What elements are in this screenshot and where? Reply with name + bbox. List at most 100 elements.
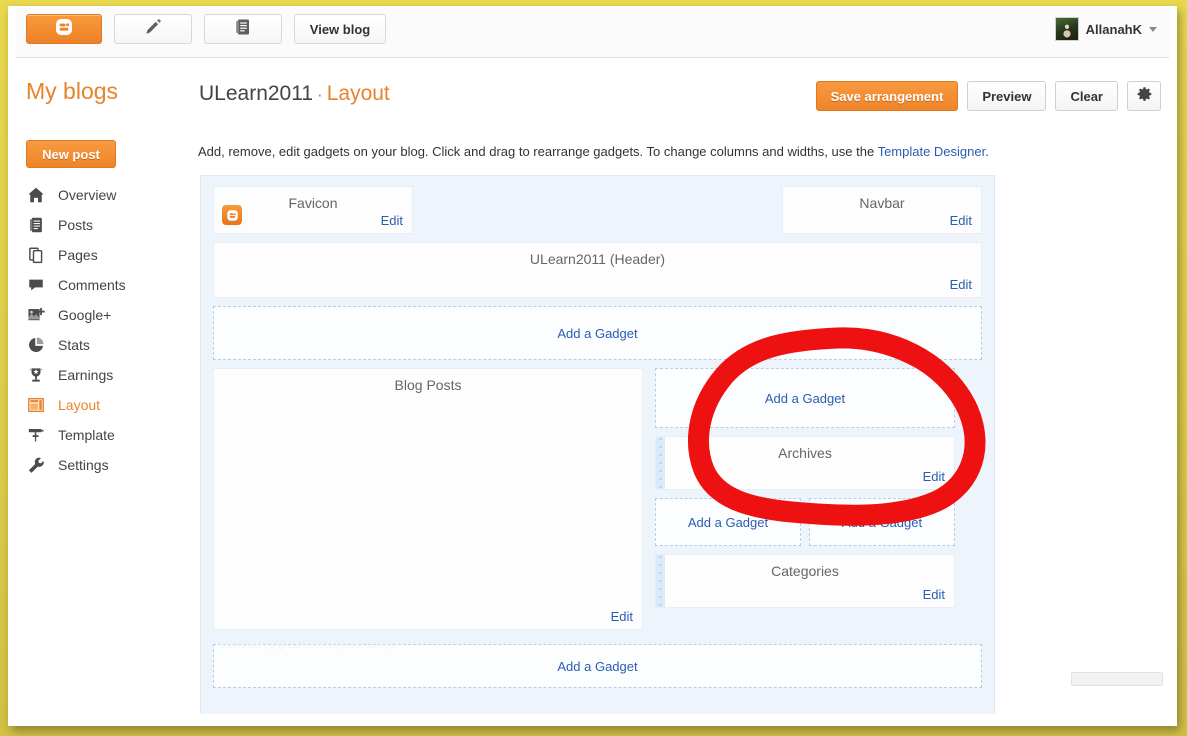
new-post-pencil-button[interactable] [114,14,192,44]
screenshot-gold-frame: View blog AllanahK My blogs ULearn2011 · L… [0,0,1187,736]
sidebar-item-label: Pages [58,247,98,263]
sidebar-item-label: Posts [58,217,94,233]
page-action-buttons: Save arrangement Preview Clear [815,81,1161,111]
gadget-title: Blog Posts [394,377,462,393]
pie-chart-icon [26,335,46,355]
view-blog-button[interactable]: View blog [294,14,386,44]
sidebar-item-label: Overview [58,187,117,203]
add-gadget-sidebar-right[interactable]: Add a Gadget [809,498,955,546]
paint-roller-icon [26,425,46,445]
posts-icon [26,215,46,235]
add-gadget-header-area[interactable]: Add a Gadget [213,306,982,360]
pencil-icon [143,17,163,42]
all-posts-button[interactable] [204,14,282,44]
canvas-sidebar-column: Add a Gadget Archives Edit Add a Gadget [655,368,955,638]
layout-canvas: Favicon Edit Navbar Edit ULearn2011 (Hea… [200,175,995,714]
clear-button[interactable]: Clear [1055,81,1118,111]
breadcrumb: ULearn2011 · Layout [199,82,390,106]
template-designer-link[interactable]: Template Designer [878,144,986,159]
gadget-categories[interactable]: Categories Edit [655,554,955,608]
add-gadget-sidebar-top[interactable]: Add a Gadget [655,368,955,428]
trophy-icon [26,365,46,385]
description-prefix: Add, remove, edit gadgets on your blog. … [198,144,878,159]
preview-button[interactable]: Preview [967,81,1047,111]
sidebar-item-label: Layout [58,397,101,413]
canvas-main-column: Blog Posts Edit [213,368,643,638]
blogger-logo-icon [54,17,74,42]
page-body: New post Overview Posts Pages Comments G… [16,130,1169,714]
sidebar-item-label: Earnings [58,367,114,383]
sidebar: New post Overview Posts Pages Comments G… [16,130,198,480]
my-blogs-link[interactable]: My blogs [26,78,118,105]
sidebar-item-layout[interactable]: Layout [16,390,198,420]
comment-icon [26,275,46,295]
gear-icon [1136,86,1153,106]
sidebar-item-posts[interactable]: Posts [16,210,198,240]
layout-description: Add, remove, edit gadgets on your blog. … [198,130,1169,159]
gadget-title: ULearn2011 (Header) [529,251,666,267]
layout-icon [26,395,46,415]
gadget-favicon[interactable]: Favicon Edit [213,186,413,234]
avatar [1054,17,1079,41]
sidebar-item-earnings[interactable]: Earnings [16,360,198,390]
horizontal-scrollbar[interactable] [1071,672,1163,686]
blogger-logo-button[interactable] [26,14,102,44]
edit-link[interactable]: Edit [950,213,972,228]
user-name: AllanahK [1085,21,1142,37]
blogger-app-window: View blog AllanahK My blogs ULearn2011 · L… [16,8,1169,714]
sidebar-item-google-plus[interactable]: Google+ [16,300,198,330]
gadget-title: Archives [778,445,832,461]
add-gadget-label: Add a Gadget [557,325,638,341]
canvas-row-top: Favicon Edit Navbar Edit [213,186,982,242]
edit-link[interactable]: Edit [950,277,972,292]
breadcrumb-blog-name[interactable]: ULearn2011 [199,82,313,105]
settings-gear-button[interactable] [1127,81,1161,111]
sidebar-item-label: Stats [58,337,90,353]
wrench-icon [26,455,46,475]
page-watermark: wwwwww | a great html template sample [220,640,398,650]
add-gadget-footer-area[interactable]: Add a Gadget [213,644,982,688]
edit-link[interactable]: Edit [381,213,403,228]
sidebar-item-pages[interactable]: Pages [16,240,198,270]
add-gadget-sidebar-left[interactable]: Add a Gadget [655,498,801,546]
gadget-navbar[interactable]: Navbar Edit [782,186,982,234]
gadget-title: Favicon [288,195,338,211]
edit-link[interactable]: Edit [611,609,633,624]
favicon-blogger-icon [222,205,242,225]
sidebar-item-stats[interactable]: Stats [16,330,198,360]
home-icon [26,185,46,205]
user-menu[interactable]: AllanahK [1054,17,1157,41]
sidebar-item-label: Comments [58,277,126,293]
add-gadget-label: Add a Gadget [687,514,769,530]
view-blog-label: View blog [309,21,371,37]
google-plus-icon [26,305,46,325]
sidebar-item-comments[interactable]: Comments [16,270,198,300]
page-header: My blogs ULearn2011 · Layout Save arrangem… [16,58,1169,130]
gadget-archives[interactable]: Archives Edit [655,436,955,490]
gadget-blog-posts[interactable]: Blog Posts Edit [213,368,643,630]
sidebar-item-template[interactable]: Template [16,420,198,450]
add-gadget-label: Add a Gadget [557,658,638,674]
pages-icon [26,245,46,265]
edit-link[interactable]: Edit [923,587,945,602]
chevron-down-icon [1149,26,1157,32]
save-arrangement-button[interactable]: Save arrangement [815,81,959,111]
sidebar-item-label: Settings [58,457,109,473]
sidebar-nav: Overview Posts Pages Comments Google+ St… [16,180,198,480]
add-gadget-label: Add a Gadget [764,390,846,406]
canvas-main-columns: Blog Posts Edit Add a Gadget Archives Ed… [213,368,982,638]
new-post-button[interactable]: New post [26,140,116,168]
sidebar-item-overview[interactable]: Overview [16,180,198,210]
layout-content: Add, remove, edit gadgets on your blog. … [198,130,1169,714]
gadget-title: Categories [771,563,839,579]
breadcrumb-current-section: Layout [326,82,390,105]
sidebar-item-label: Template [58,427,115,443]
gadget-header[interactable]: ULearn2011 (Header) Edit [213,242,982,298]
canvas-row-two-gadgets: Add a Gadget Add a Gadget [655,498,955,554]
description-suffix: . [985,144,989,159]
document-list-icon [233,17,253,42]
edit-link[interactable]: Edit [923,469,945,484]
sidebar-item-settings[interactable]: Settings [16,450,198,480]
sidebar-item-label: Google+ [58,307,112,323]
blogger-top-bar: View blog AllanahK [16,8,1169,58]
